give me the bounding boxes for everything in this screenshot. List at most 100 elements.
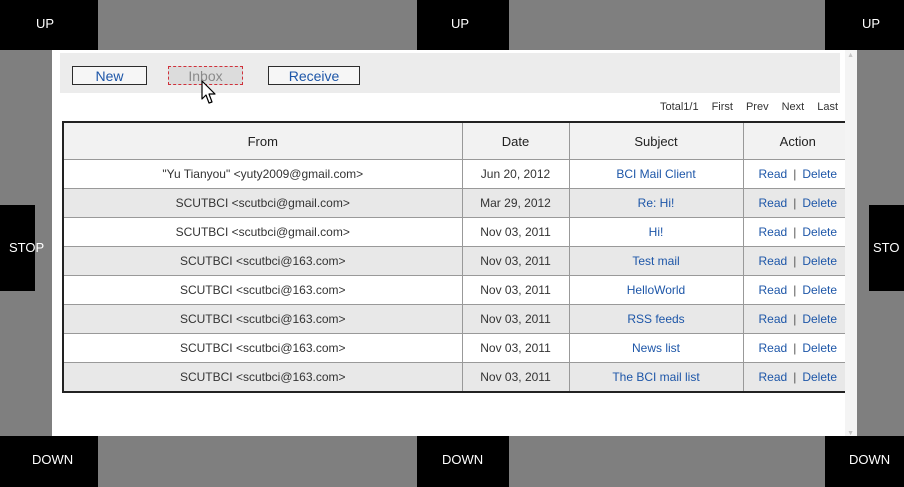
new-button[interactable]: New: [72, 66, 147, 85]
table-row: SCUTBCI <scutbci@gmail.com> Mar 29, 2012…: [62, 188, 854, 218]
delete-link[interactable]: Delete: [802, 167, 837, 181]
down-left-label: DOWN: [32, 452, 74, 467]
action-separator: |: [793, 254, 797, 268]
date-column-header: Date: [461, 121, 570, 160]
action-cell: Read | Delete: [742, 304, 854, 334]
table-row: SCUTBCI <scutbci@163.com> Nov 03, 2011 T…: [62, 362, 854, 393]
date-cell: Nov 03, 2011: [461, 217, 570, 247]
table-row: SCUTBCI <scutbci@163.com> Nov 03, 2011 R…: [62, 304, 854, 334]
up-right-label: UP: [862, 16, 881, 31]
action-cell: Read | Delete: [742, 275, 854, 305]
stop-left-label: STOP: [9, 240, 45, 255]
mail-client-window: New Inbox Receive Total1/1 First Prev Next L…: [52, 50, 857, 436]
date-cell: Jun 20, 2012: [461, 159, 570, 189]
stop-left-control[interactable]: STOP: [0, 205, 44, 291]
up-left-control[interactable]: UP: [0, 0, 98, 50]
read-link[interactable]: Read: [759, 254, 788, 268]
delete-link[interactable]: Delete: [802, 254, 837, 268]
pagination: Total1/1 First Prev Next Last: [660, 101, 838, 113]
read-link[interactable]: Read: [759, 167, 788, 181]
from-column-header: From: [62, 121, 463, 160]
first-page-link[interactable]: First: [712, 101, 733, 113]
down-right-label: DOWN: [849, 452, 891, 467]
from-cell: SCUTBCI <scutbci@163.com>: [62, 246, 463, 276]
subject-column-header: Subject: [568, 121, 744, 160]
page-total: Total1/1: [660, 101, 699, 113]
from-cell: SCUTBCI <scutbci@163.com>: [62, 362, 463, 393]
read-link[interactable]: Read: [759, 341, 788, 355]
from-cell: "Yu Tianyou" <yuty2009@gmail.com>: [62, 159, 463, 189]
action-separator: |: [793, 283, 797, 297]
action-separator: |: [793, 312, 797, 326]
action-separator: |: [793, 341, 797, 355]
read-link[interactable]: Read: [759, 196, 788, 210]
date-cell: Mar 29, 2012: [461, 188, 570, 218]
action-separator: |: [793, 167, 797, 181]
table-row: SCUTBCI <scutbci@163.com> Nov 03, 2011 H…: [62, 275, 854, 305]
up-center-control[interactable]: UP: [417, 0, 509, 50]
table-row: SCUTBCI <scutbci@163.com> Nov 03, 2011 T…: [62, 246, 854, 276]
next-page-link[interactable]: Next: [782, 101, 805, 113]
down-center-control[interactable]: DOWN: [417, 436, 509, 487]
up-left-label: UP: [36, 16, 55, 31]
action-cell: Read | Delete: [742, 159, 854, 189]
action-cell: Read | Delete: [742, 188, 854, 218]
table-header-row: From Date Subject Action: [62, 121, 854, 160]
action-cell: Read | Delete: [742, 362, 854, 393]
subject-link[interactable]: HelloWorld: [568, 275, 744, 305]
read-link[interactable]: Read: [759, 312, 788, 326]
subject-link[interactable]: Hi!: [568, 217, 744, 247]
delete-link[interactable]: Delete: [802, 283, 837, 297]
up-right-control[interactable]: UP: [825, 0, 904, 50]
stop-right-control[interactable]: STO: [869, 205, 904, 291]
down-center-label: DOWN: [442, 452, 484, 467]
date-cell: Nov 03, 2011: [461, 275, 570, 305]
table-row: SCUTBCI <scutbci@gmail.com> Nov 03, 2011…: [62, 217, 854, 247]
action-cell: Read | Delete: [742, 333, 854, 363]
action-column-header: Action: [742, 121, 854, 160]
from-cell: SCUTBCI <scutbci@163.com>: [62, 333, 463, 363]
read-link[interactable]: Read: [759, 283, 788, 297]
from-cell: SCUTBCI <scutbci@gmail.com>: [62, 188, 463, 218]
action-separator: |: [793, 225, 797, 239]
from-cell: SCUTBCI <scutbci@163.com>: [62, 275, 463, 305]
action-separator: |: [793, 196, 797, 210]
date-cell: Nov 03, 2011: [461, 304, 570, 334]
delete-link[interactable]: Delete: [802, 341, 837, 355]
from-cell: SCUTBCI <scutbci@gmail.com>: [62, 217, 463, 247]
action-cell: Read | Delete: [742, 217, 854, 247]
from-cell: SCUTBCI <scutbci@163.com>: [62, 304, 463, 334]
subject-link[interactable]: BCI Mail Client: [568, 159, 744, 189]
scroll-up-arrow-icon[interactable]: ▲: [847, 52, 854, 59]
table-row: SCUTBCI <scutbci@163.com> Nov 03, 2011 N…: [62, 333, 854, 363]
table-row: "Yu Tianyou" <yuty2009@gmail.com> Jun 20…: [62, 159, 854, 189]
last-page-link[interactable]: Last: [817, 101, 838, 113]
subject-link[interactable]: Test mail: [568, 246, 744, 276]
stop-right-label: STO: [873, 240, 900, 255]
vertical-scrollbar[interactable]: ▲ ▼: [845, 50, 857, 436]
delete-link[interactable]: Delete: [802, 370, 837, 384]
prev-page-link[interactable]: Prev: [746, 101, 769, 113]
subject-link[interactable]: The BCI mail list: [568, 362, 744, 393]
delete-link[interactable]: Delete: [802, 196, 837, 210]
action-separator: |: [793, 370, 797, 384]
mail-table: From Date Subject Action "Yu Tianyou" <y…: [62, 121, 854, 393]
delete-link[interactable]: Delete: [802, 312, 837, 326]
toolbar: New Inbox Receive: [60, 53, 840, 93]
scroll-down-arrow-icon[interactable]: ▼: [847, 430, 854, 436]
subject-link[interactable]: RSS feeds: [568, 304, 744, 334]
read-link[interactable]: Read: [759, 225, 788, 239]
date-cell: Nov 03, 2011: [461, 333, 570, 363]
read-link[interactable]: Read: [759, 370, 788, 384]
down-left-control[interactable]: DOWN: [0, 436, 98, 487]
action-cell: Read | Delete: [742, 246, 854, 276]
date-cell: Nov 03, 2011: [461, 246, 570, 276]
receive-button[interactable]: Receive: [268, 66, 360, 85]
subject-link[interactable]: Re: Hi!: [568, 188, 744, 218]
down-right-control[interactable]: DOWN: [825, 436, 904, 487]
mouse-pointer-icon: [201, 80, 216, 104]
delete-link[interactable]: Delete: [802, 225, 837, 239]
date-cell: Nov 03, 2011: [461, 362, 570, 393]
subject-link[interactable]: News list: [568, 333, 744, 363]
up-center-label: UP: [451, 16, 470, 31]
